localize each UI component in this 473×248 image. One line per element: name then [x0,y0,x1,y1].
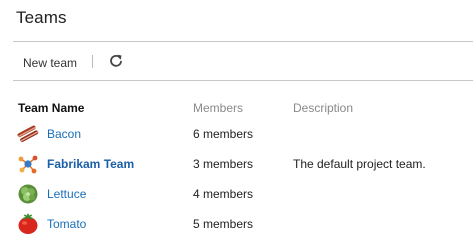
team-name-link[interactable]: Lettuce [47,187,86,201]
table-row[interactable]: Bacon 6 members [0,119,473,149]
member-count: 5 members [193,217,254,231]
team-icon [17,153,39,175]
team-description: The default project team. [293,157,426,171]
member-count: 3 members [193,157,254,171]
team-name-link[interactable]: Bacon [47,127,81,141]
member-count: 6 members [193,127,254,141]
table-row[interactable]: Lettuce 4 members [0,179,473,209]
column-header-team-name[interactable]: Team Name [18,101,84,115]
divider [13,80,473,81]
table-row[interactable]: Fabrikam Team 3 members The default proj… [0,149,473,179]
divider [13,41,473,42]
toolbar-divider [92,55,93,68]
column-header-description[interactable]: Description [293,101,353,115]
new-team-button[interactable]: New team [23,56,77,70]
lettuce-icon [17,183,39,205]
page-title: Teams [16,8,67,27]
bacon-icon [17,123,39,145]
tomato-icon [17,213,39,235]
team-name-link[interactable]: Fabrikam Team [47,157,134,171]
team-name-link[interactable]: Tomato [47,217,86,231]
toolbar: New team [13,50,473,76]
table-row[interactable]: Tomato 5 members [0,209,473,239]
refresh-icon[interactable] [108,53,124,69]
column-header-members[interactable]: Members [193,101,243,115]
member-count: 4 members [193,187,254,201]
